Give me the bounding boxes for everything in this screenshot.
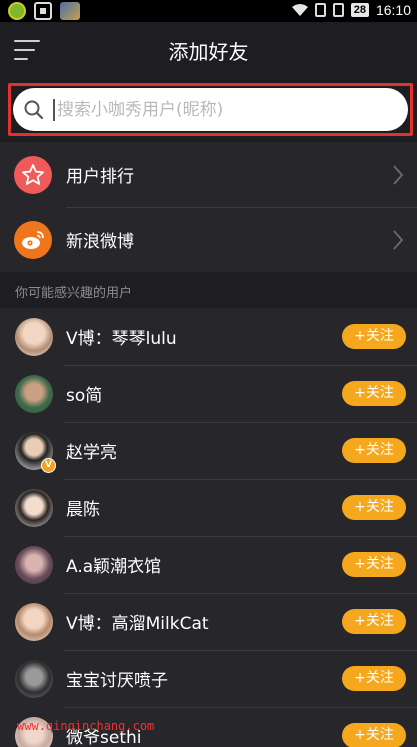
user-name[interactable]: 赵学亮: [66, 438, 117, 463]
battery-level: 28: [350, 3, 369, 17]
avatar[interactable]: [15, 374, 53, 413]
user-row: V 赵学亮 +关注: [0, 422, 417, 479]
user-name[interactable]: V博：琴琴lulu: [66, 324, 177, 349]
clock: 16:10: [375, 2, 411, 18]
sim-icon: [314, 3, 326, 17]
page-title: 添加好友: [168, 40, 249, 64]
search-bar[interactable]: [13, 88, 408, 131]
weibo-icon: [14, 220, 52, 259]
user-name[interactable]: 宝宝讨厌喷子: [66, 666, 168, 691]
user-name[interactable]: A.a颖潮衣馆: [66, 552, 161, 577]
app-notification-icon: [8, 2, 26, 20]
app-header: 添加好友: [0, 22, 417, 78]
chevron-right-icon: [393, 165, 404, 185]
wifi-icon: [291, 4, 308, 16]
follow-button[interactable]: +关注: [342, 552, 406, 577]
user-row: so简 +关注: [0, 365, 417, 422]
avatar[interactable]: [15, 545, 53, 584]
avatar[interactable]: [15, 602, 53, 641]
verified-badge-icon: V: [41, 457, 56, 473]
follow-button[interactable]: +关注: [342, 495, 406, 520]
text-caret: [53, 98, 55, 121]
game-notification-icon: [60, 2, 80, 20]
menu-item-label: 新浪微博: [66, 232, 134, 252]
follow-button[interactable]: +关注: [342, 324, 406, 349]
screenshot-notification-icon: [34, 2, 52, 20]
user-row: A.a颖潮衣馆 +关注: [0, 536, 417, 593]
follow-button[interactable]: +关注: [342, 723, 406, 747]
watermark: www.qinqinchang.com: [17, 719, 155, 733]
menu-item-ranking[interactable]: 用户排行: [0, 142, 417, 207]
star-icon: [14, 155, 52, 194]
avatar[interactable]: [15, 317, 53, 356]
avatar[interactable]: [15, 488, 53, 527]
search-input[interactable]: [57, 99, 408, 120]
status-bar: 28 16:10: [0, 0, 417, 22]
follow-button[interactable]: +关注: [342, 381, 406, 406]
search-icon: [24, 100, 44, 119]
avatar[interactable]: V: [15, 431, 56, 473]
sim2-icon: [332, 3, 344, 17]
user-row: 晨陈 +关注: [0, 479, 417, 536]
menu-item-label: 用户排行: [66, 167, 134, 187]
suggested-users-list: V博：琴琴lulu +关注 so简 +关注 V 赵学亮 +关注 晨陈 +关注 A…: [0, 308, 417, 747]
chevron-right-icon: [393, 230, 404, 250]
section-title: 你可能感兴趣的用户: [15, 286, 133, 301]
search-highlight: [8, 83, 413, 136]
user-row: 宝宝讨厌喷子 +关注: [0, 650, 417, 707]
user-row: V博：高溜MilkCat +关注: [0, 593, 417, 650]
user-name[interactable]: 晨陈: [66, 495, 100, 520]
follow-button[interactable]: +关注: [342, 666, 406, 691]
discovery-menu: 用户排行 新浪微博: [0, 142, 417, 272]
user-row: V博：琴琴lulu +关注: [0, 308, 417, 365]
follow-button[interactable]: +关注: [342, 609, 406, 634]
avatar[interactable]: [15, 659, 53, 698]
menu-item-weibo[interactable]: 新浪微博: [0, 207, 417, 272]
section-header: 你可能感兴趣的用户: [0, 272, 417, 308]
user-name[interactable]: V博：高溜MilkCat: [66, 609, 209, 634]
user-name[interactable]: so简: [66, 381, 102, 406]
follow-button[interactable]: +关注: [342, 438, 406, 463]
